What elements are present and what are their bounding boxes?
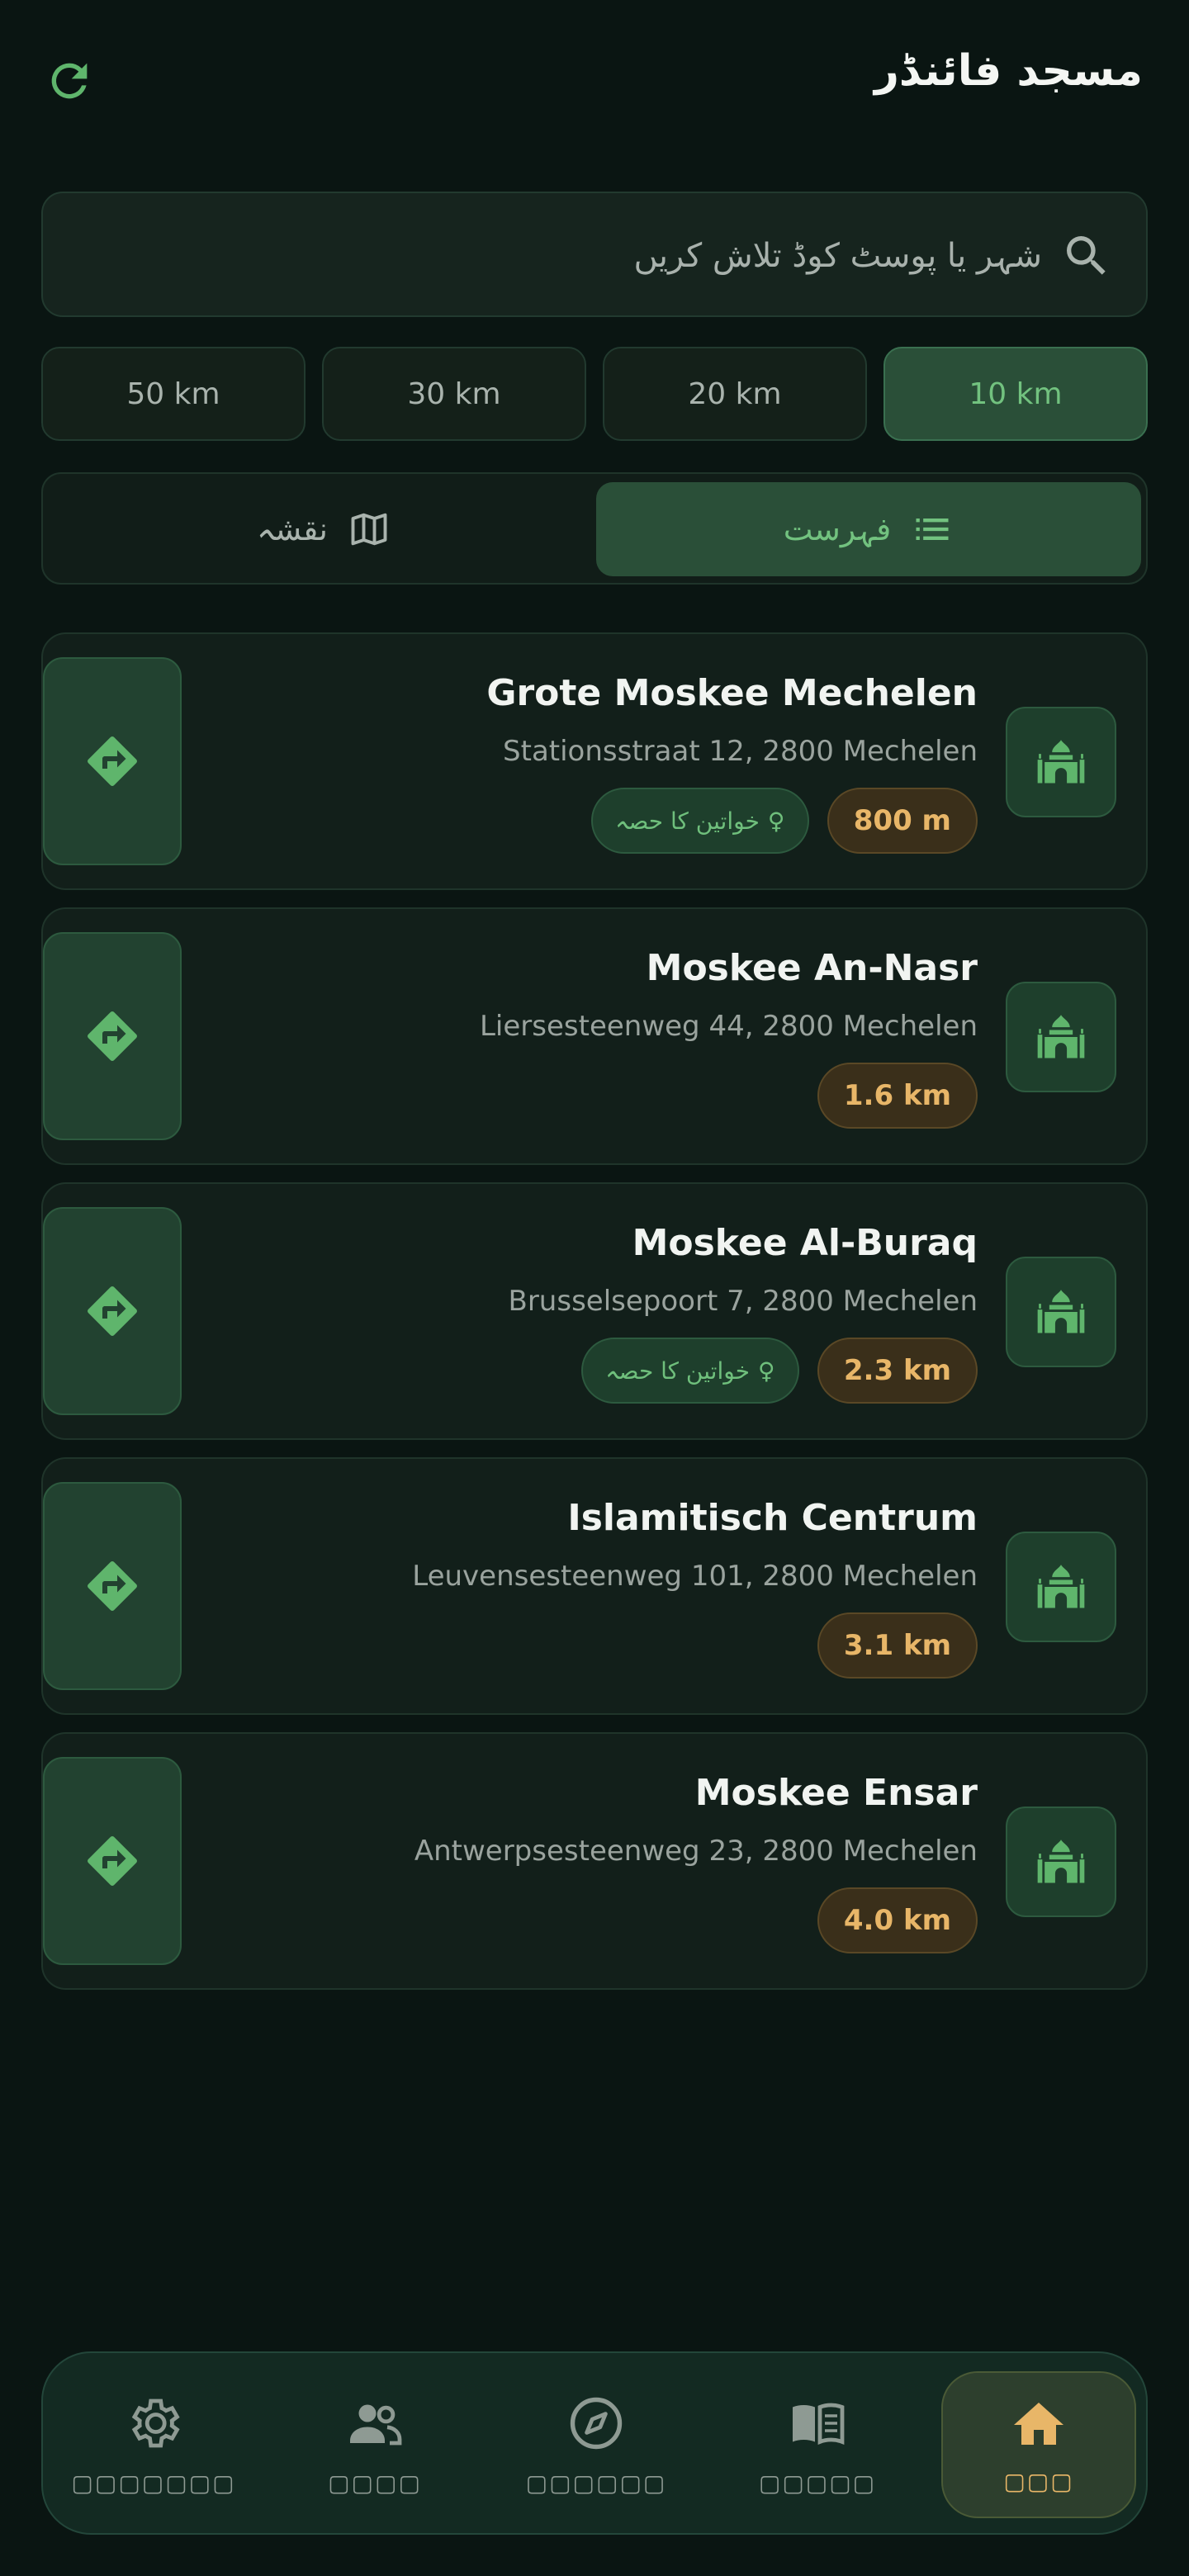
women-section-label: خواتین کا حصہ [605,1357,751,1385]
badge-row: 3.1 km [817,1612,978,1679]
mosque-name: Grote Moskee Mechelen [486,672,978,714]
mosque-card[interactable]: Moskee Al-Buraq Brusselsepoort 7, 2800 Me… [41,1182,1148,1440]
mosque-icon [1037,1015,1085,1058]
mosque-name: Moskee Ensar [694,1772,978,1814]
radius-chip-10[interactable]: 10 km [883,347,1148,441]
map-icon [351,513,387,546]
nav-item-quran[interactable]: ▢▢▢▢▢ [718,2353,917,2536]
directions-button[interactable] [43,1757,182,1965]
nav-item-community[interactable]: ▢▢▢▢ [276,2353,474,2536]
tab-map-label: نقشہ [257,511,328,547]
home-icon [1014,2402,1063,2445]
nav-item-home[interactable]: ▢▢▢ [941,2371,1136,2518]
badge-row: 1.6 km [817,1063,978,1129]
badge-row: 800 m ♀ خواتین کا حصہ [590,788,978,854]
mosque-address: Liersesteenweg 44, 2800 Mechelen [479,1010,978,1043]
directions-icon [88,1561,137,1611]
refresh-icon [51,63,88,99]
distance-badge: 800 m [827,788,978,854]
distance-badge: 2.3 km [817,1338,978,1404]
directions-button[interactable] [43,1482,182,1690]
refresh-button[interactable] [41,53,97,109]
mosque-card[interactable]: Grote Moskee Mechelen Stationsstraat 12, … [41,632,1148,890]
bottom-nav: ▢▢▢▢▢▢▢ ▢▢▢▢ ▢▢▢▢▢▢ ▢▢▢▢▢ ▢▢▢ [41,2351,1148,2535]
mosque-icon-tile [1006,707,1116,817]
book-icon [793,2403,845,2445]
mosque-address: Stationsstraat 12, 2800 Mechelen [503,735,978,768]
distance-badge: 1.6 km [817,1063,978,1129]
mosque-icon [1037,1290,1085,1333]
nav-label: ▢▢▢▢▢▢▢ [71,2469,236,2497]
mosque-address: Antwerpsesteenweg 23, 2800 Mechelen [414,1835,978,1868]
directions-icon [88,1286,137,1336]
mosque-card[interactable]: Moskee Ensar Antwerpsesteenweg 23, 2800 M… [41,1732,1148,1990]
radius-chip-20[interactable]: 20 km [603,347,867,441]
nav-item-qibla[interactable]: ▢▢▢▢▢▢ [497,2353,695,2536]
mosque-address: Brusselsepoort 7, 2800 Mechelen [508,1285,978,1318]
distance-badge: 4.0 km [817,1887,978,1953]
directions-icon [88,736,137,786]
radius-chip-30[interactable]: 30 km [322,347,586,441]
tab-map[interactable]: نقشہ [51,482,596,576]
mosque-address: Leuvensesteenweg 101, 2800 Mechelen [412,1560,978,1593]
mosque-icon [1037,740,1085,784]
badge-row: 4.0 km [817,1887,978,1953]
directions-button[interactable] [43,657,182,865]
gear-icon [131,2398,180,2447]
mosque-name: Islamitisch Centrum [567,1497,978,1539]
mosque-card[interactable]: Moskee An-Nasr Liersesteenweg 44, 2800 Me… [41,907,1148,1165]
app-root: مسجد فائنڈر 50 km 30 km 20 km 10 km نقشہ… [0,0,1189,2576]
tab-list[interactable]: فہرست [596,482,1141,576]
women-section-label: خواتین کا حصہ [615,807,760,835]
search-input[interactable] [216,223,1042,289]
compass-icon [570,2397,623,2449]
mosque-name: Moskee Al-Buraq [632,1222,978,1264]
people-icon [350,2404,402,2445]
search-icon [1067,236,1106,275]
mosque-icon [1037,1840,1085,1883]
view-toggle: نقشہ فہرست [41,472,1148,585]
mosque-card[interactable]: Islamitisch Centrum Leuvensesteenweg 101,… [41,1457,1148,1715]
women-section-badge: ♀ خواتین کا حصہ [590,788,809,854]
badge-row: 2.3 km ♀ خواتین کا حصہ [580,1338,978,1404]
nav-label: ▢▢▢ [1003,2467,1074,2495]
search-bar [41,192,1148,317]
mosque-icon-tile [1006,1257,1116,1367]
mosque-icon-tile [1006,1807,1116,1917]
nav-label: ▢▢▢▢ [328,2469,422,2497]
mosque-icon-tile [1006,1532,1116,1642]
directions-icon [88,1011,137,1061]
distance-badge: 3.1 km [817,1612,978,1679]
directions-button[interactable] [43,932,182,1140]
female-icon: ♀ [758,1357,775,1385]
nav-label: ▢▢▢▢▢▢ [525,2469,667,2497]
nav-item-settings[interactable]: ▢▢▢▢▢▢▢ [54,2353,253,2536]
women-section-badge: ♀ خواتین کا حصہ [580,1338,799,1404]
directions-icon [88,1836,137,1886]
mosque-icon-tile [1006,982,1116,1092]
tab-list-label: فہرست [783,511,892,547]
directions-button[interactable] [43,1207,182,1415]
nav-label: ▢▢▢▢▢ [758,2469,877,2497]
page-title: مسجد فائنڈر [874,46,1143,96]
mosque-name: Moskee An-Nasr [646,947,978,989]
mosque-icon [1037,1565,1085,1608]
list-icon [916,519,949,540]
female-icon: ♀ [767,807,785,835]
radius-chip-50[interactable]: 50 km [41,347,306,441]
